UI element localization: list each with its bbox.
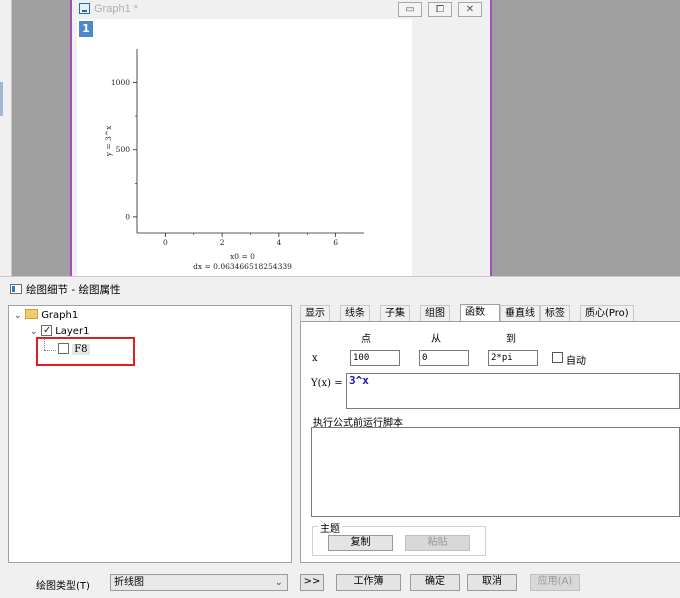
background-window-strip <box>0 0 12 276</box>
graph-window-icon <box>79 3 90 14</box>
tree-node-graph-label: Graph1 <box>41 310 79 321</box>
chart-svg: 0 500 1000 0 2 4 6 y = 3^x x0 = 0dx = 0.06346651… <box>104 49 364 271</box>
cancel-button[interactable]: 取消 <box>467 574 517 591</box>
y-tick-label: 500 <box>116 145 131 154</box>
points-field[interactable]: 100 <box>350 350 400 366</box>
plot-type-select[interactable]: 折线图 ⌄ <box>110 574 288 591</box>
dialog-title: 绘图细节 - 绘图属性 <box>26 284 121 296</box>
y-tick-label: 1000 <box>111 78 130 87</box>
from-field[interactable]: 0 <box>419 350 469 366</box>
column-header-points: 点 <box>361 334 371 345</box>
tab-group[interactable]: 组图 <box>420 305 450 321</box>
plot-area: 0 500 1000 0 2 4 6 y = 3^x x0 = 0dx = 0.06346651… <box>104 49 364 271</box>
x-tick-label: 6 <box>333 238 338 247</box>
minimize-button[interactable]: ▭ <box>398 2 422 17</box>
tab-bar: 显示 线条 子集 组图 函数 垂直线 标签 质心(Pro) <box>300 304 680 322</box>
tab-drop-lines[interactable]: 垂直线 <box>500 305 540 321</box>
formula-text: 3^x <box>349 374 369 387</box>
auto-checkbox[interactable] <box>552 352 563 363</box>
workspace-background-right <box>492 0 680 276</box>
tab-centroid[interactable]: 质心(Pro) <box>580 305 634 321</box>
column-header-to: 到 <box>506 334 516 345</box>
x-tick-label: 2 <box>220 238 225 247</box>
workbook-button[interactable]: 工作簿 <box>336 574 401 591</box>
apply-button[interactable]: 应用(A) <box>530 574 580 591</box>
chevron-down-icon[interactable]: ⌄ <box>14 308 25 324</box>
tab-display[interactable]: 显示 <box>300 305 330 321</box>
tree-node-graph[interactable]: ⌄ Graph1 <box>14 308 78 324</box>
graph-window-title: Graph1 * <box>94 3 139 15</box>
formula-textarea[interactable]: 3^x <box>346 373 680 409</box>
layer-checkbox[interactable] <box>41 323 52 339</box>
script-textarea[interactable] <box>311 427 680 517</box>
x-label: x <box>312 353 318 364</box>
tab-labels[interactable]: 标签 <box>540 305 570 321</box>
chart-footnote: dx = 0.063466518254339 <box>193 262 292 271</box>
to-field[interactable]: 2*pi <box>488 350 538 366</box>
copy-button[interactable]: 复制 <box>328 535 393 551</box>
highlight-box <box>36 337 135 366</box>
more-button[interactable]: >> <box>300 574 324 591</box>
close-button[interactable]: ✕ <box>458 2 482 17</box>
column-header-from: 从 <box>431 334 441 345</box>
chevron-down-icon: ⌄ <box>274 577 283 588</box>
x-axis-title: x0 = 0 <box>230 252 255 261</box>
plot-type-value: 折线图 <box>114 577 144 588</box>
folder-icon <box>25 309 38 319</box>
restore-button[interactable]: ⧠ <box>428 2 452 17</box>
dialog-icon <box>10 284 22 294</box>
background-window-accent <box>0 82 3 116</box>
plot-type-label: 绘图类型(T) <box>36 581 90 592</box>
workspace-background <box>12 0 70 276</box>
theme-group-label: 主题 <box>318 520 342 535</box>
ok-button[interactable]: 确定 <box>410 574 460 591</box>
y-axis-title: y = 3^x <box>104 125 113 157</box>
tab-subset[interactable]: 子集 <box>380 305 410 321</box>
y-tick-label: 0 <box>125 212 130 221</box>
x-tick-label: 4 <box>276 238 281 247</box>
auto-label: 自动 <box>566 356 586 367</box>
paste-button[interactable]: 粘贴 <box>405 535 470 551</box>
y-formula-label: Y(x) = <box>311 378 343 389</box>
tab-function[interactable]: 函数 <box>460 304 500 322</box>
tree-node-layer-label: Layer1 <box>55 326 90 337</box>
x-tick-label: 0 <box>163 238 168 247</box>
tab-line[interactable]: 线条 <box>340 305 370 321</box>
